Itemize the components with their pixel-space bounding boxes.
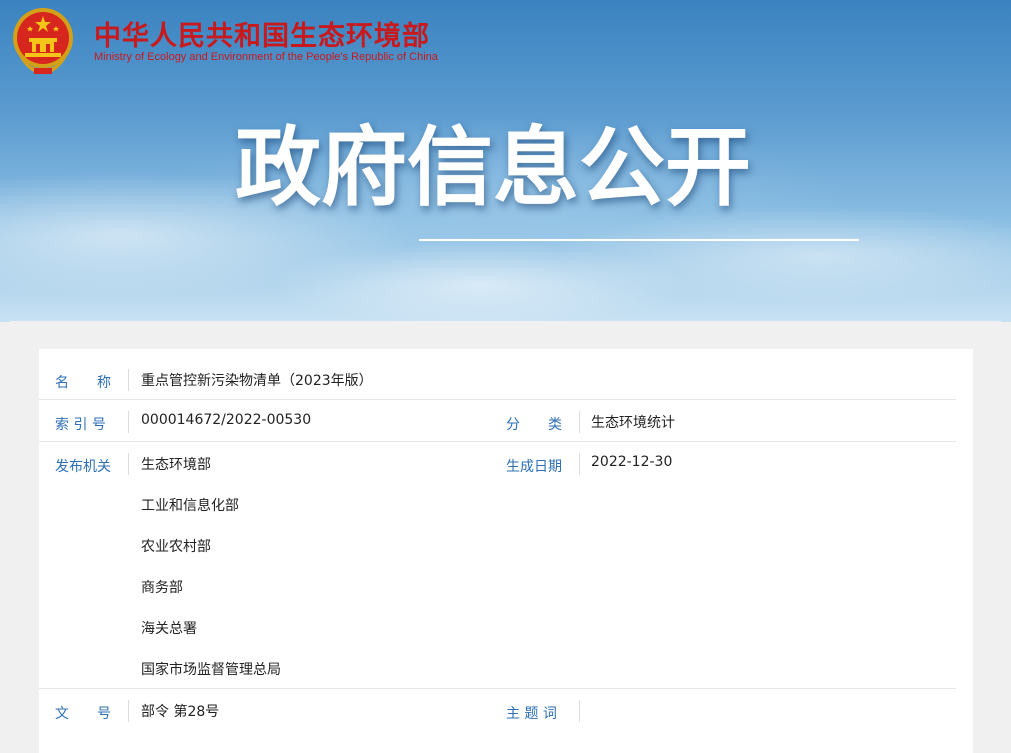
doc-no-value: 部令 第28号 [141,704,220,720]
date-label: 生成日期 [506,459,562,475]
info-row-issuer [39,442,956,689]
category-value: 生态环境统计 [591,415,675,431]
issuer-item: 农业农村部 [141,539,211,555]
issuer-label: 发布机关 [55,459,111,475]
index-value: 000014672/2022-00530 [141,412,312,428]
name-value: 重点管控新污染物清单（2023年版） [141,373,373,389]
separator [579,700,580,722]
national-emblem-icon [13,8,73,74]
separator [579,411,580,433]
separator [128,453,129,475]
index-label: 索 引 号 [55,417,106,433]
separator [128,369,129,391]
separator [128,411,129,433]
page-title: 政府信息公开 [235,118,751,218]
issuer-item: 海关总署 [141,621,197,637]
issuer-item: 生态环境部 [141,457,211,473]
org-name-en: Ministry of Ecology and Environment of t… [94,51,438,63]
issuer-item: 商务部 [141,580,183,596]
title-underline [419,239,859,241]
separator [579,453,580,475]
issuer-item: 工业和信息化部 [141,498,239,514]
doc-no-label: 文 号 [55,706,111,722]
issuer-item: 国家市场监督管理总局 [141,662,281,678]
category-label: 分 类 [506,417,562,433]
date-value: 2022-12-30 [591,454,673,470]
name-label: 名 称 [55,375,111,391]
keywords-label: 主 题 词 [506,706,557,722]
org-name-cn: 中华人民共和国生态环境部 [94,21,430,52]
separator [128,700,129,722]
